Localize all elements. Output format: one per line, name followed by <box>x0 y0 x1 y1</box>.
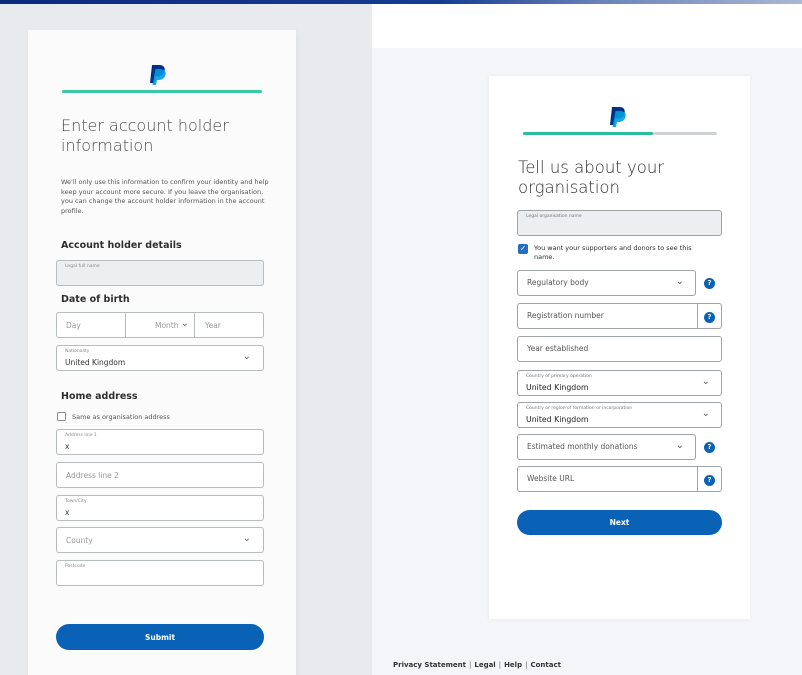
checkmark-icon[interactable]: ✓ <box>518 244 528 254</box>
registration-number-field[interactable]: Registration number <box>517 303 722 329</box>
website-url-field[interactable]: Website URL <box>517 466 722 492</box>
registration-number-placeholder: Registration number <box>527 311 604 320</box>
paypal-logo <box>610 107 626 127</box>
address-line-1-label: Address line 1 <box>65 433 97 438</box>
chevron-down-icon: ⌄ <box>701 376 710 387</box>
footer-separator: | <box>469 661 472 669</box>
progress-fill <box>523 132 653 135</box>
legal-organisation-name-field[interactable]: Legal organisation name <box>517 210 722 236</box>
legal-full-name-label: Legal full name <box>65 264 100 269</box>
organisation-form-card: Tell us about your organisation Legal or… <box>489 76 750 619</box>
country-primary-operation-label: Country of primary operation <box>526 374 592 379</box>
chevron-down-icon: ⌄ <box>675 276 684 287</box>
nationality-label: Nationality <box>65 349 90 354</box>
footer-separator: | <box>525 661 528 669</box>
supporters-checkbox-label: You want your supporters and donors to s… <box>534 244 692 261</box>
country-formation-label: Country or region of formation or incorp… <box>526 406 633 411</box>
footer-separator: | <box>498 661 502 669</box>
contact-link[interactable]: Contact <box>530 661 561 669</box>
country-primary-operation-value: United Kingdom <box>526 383 589 392</box>
chevron-down-icon: ⌄ <box>242 351 251 362</box>
dob-divider <box>194 313 195 337</box>
address-line-2-placeholder: Address line 2 <box>66 471 119 480</box>
town-city-field[interactable]: Town/City x <box>56 495 264 521</box>
postcode-field[interactable]: Postcode <box>56 560 264 586</box>
paypal-logo <box>150 65 166 85</box>
dob-heading: Date of birth <box>61 294 130 305</box>
estimated-donations-placeholder: Estimated monthly donations <box>527 442 638 451</box>
year-established-placeholder: Year established <box>527 344 589 353</box>
website-url-placeholder: Website URL <box>527 474 575 483</box>
legal-organisation-name-label: Legal organisation name <box>526 214 582 219</box>
dob-year-input[interactable]: Year <box>205 321 221 330</box>
donations-help-icon[interactable]: ? <box>704 442 715 453</box>
registration-help-icon[interactable]: ? <box>704 312 715 323</box>
page-title: Tell us about your organisation <box>518 158 665 197</box>
regulatory-body-select[interactable]: Regulatory body ⌄ <box>517 270 696 296</box>
same-as-address-label: Same as organisation address <box>72 413 170 421</box>
legal-full-name-field[interactable]: Legal full name <box>56 260 264 286</box>
town-city-label: Town/City <box>65 499 87 504</box>
chevron-down-icon: ⌄ <box>180 318 189 329</box>
submit-button[interactable]: Submit <box>56 624 264 650</box>
address-line-1-value: x <box>65 442 70 451</box>
right-header-area <box>372 4 802 48</box>
dob-field-group: Day Month ⌄ Year <box>56 312 264 338</box>
progress-bar <box>62 90 262 93</box>
page-title: Enter account holder information <box>61 116 229 155</box>
country-formation-select[interactable]: Country or region of formation or incorp… <box>517 402 722 428</box>
field-divider <box>697 304 698 328</box>
page-description: We'll only use this information to confi… <box>61 178 269 215</box>
help-link[interactable]: Help <box>504 661 522 669</box>
nationality-value: United Kingdom <box>65 358 126 367</box>
chevron-down-icon: ⌄ <box>675 440 684 451</box>
account-holder-heading: Account holder details <box>61 240 182 251</box>
next-button[interactable]: Next <box>517 510 722 535</box>
county-placeholder: County <box>66 536 93 545</box>
dob-month-select[interactable]: Month <box>155 321 179 330</box>
town-city-value: x <box>65 508 70 517</box>
estimated-donations-select[interactable]: Estimated monthly donations ⌄ <box>517 434 696 460</box>
footer-links: Privacy Statement | Legal | Help | Contact <box>393 661 561 669</box>
field-divider <box>697 467 698 491</box>
address-line-1-field[interactable]: Address line 1 x <box>56 429 264 455</box>
regulatory-help-icon[interactable]: ? <box>704 278 715 289</box>
country-formation-value: United Kingdom <box>526 415 589 424</box>
postcode-label: Postcode <box>65 564 86 569</box>
progress-track <box>523 132 717 135</box>
legal-link[interactable]: Legal <box>474 661 495 669</box>
privacy-link[interactable]: Privacy Statement <box>393 661 466 669</box>
address-line-2-field[interactable]: Address line 2 <box>56 462 264 488</box>
website-help-icon[interactable]: ? <box>704 475 715 486</box>
dob-day-input[interactable]: Day <box>66 321 81 330</box>
dob-divider <box>125 313 126 337</box>
home-address-heading: Home address <box>61 391 138 402</box>
nationality-select[interactable]: Nationality United Kingdom ⌄ <box>56 345 264 371</box>
chevron-down-icon: ⌄ <box>701 408 710 419</box>
same-as-address-checkbox[interactable] <box>57 412 66 421</box>
year-established-field[interactable]: Year established <box>517 336 722 362</box>
regulatory-body-placeholder: Regulatory body <box>527 278 589 287</box>
country-primary-operation-select[interactable]: Country of primary operation United King… <box>517 370 722 396</box>
chevron-down-icon: ⌄ <box>242 533 251 544</box>
county-select[interactable]: County ⌄ <box>56 527 264 553</box>
